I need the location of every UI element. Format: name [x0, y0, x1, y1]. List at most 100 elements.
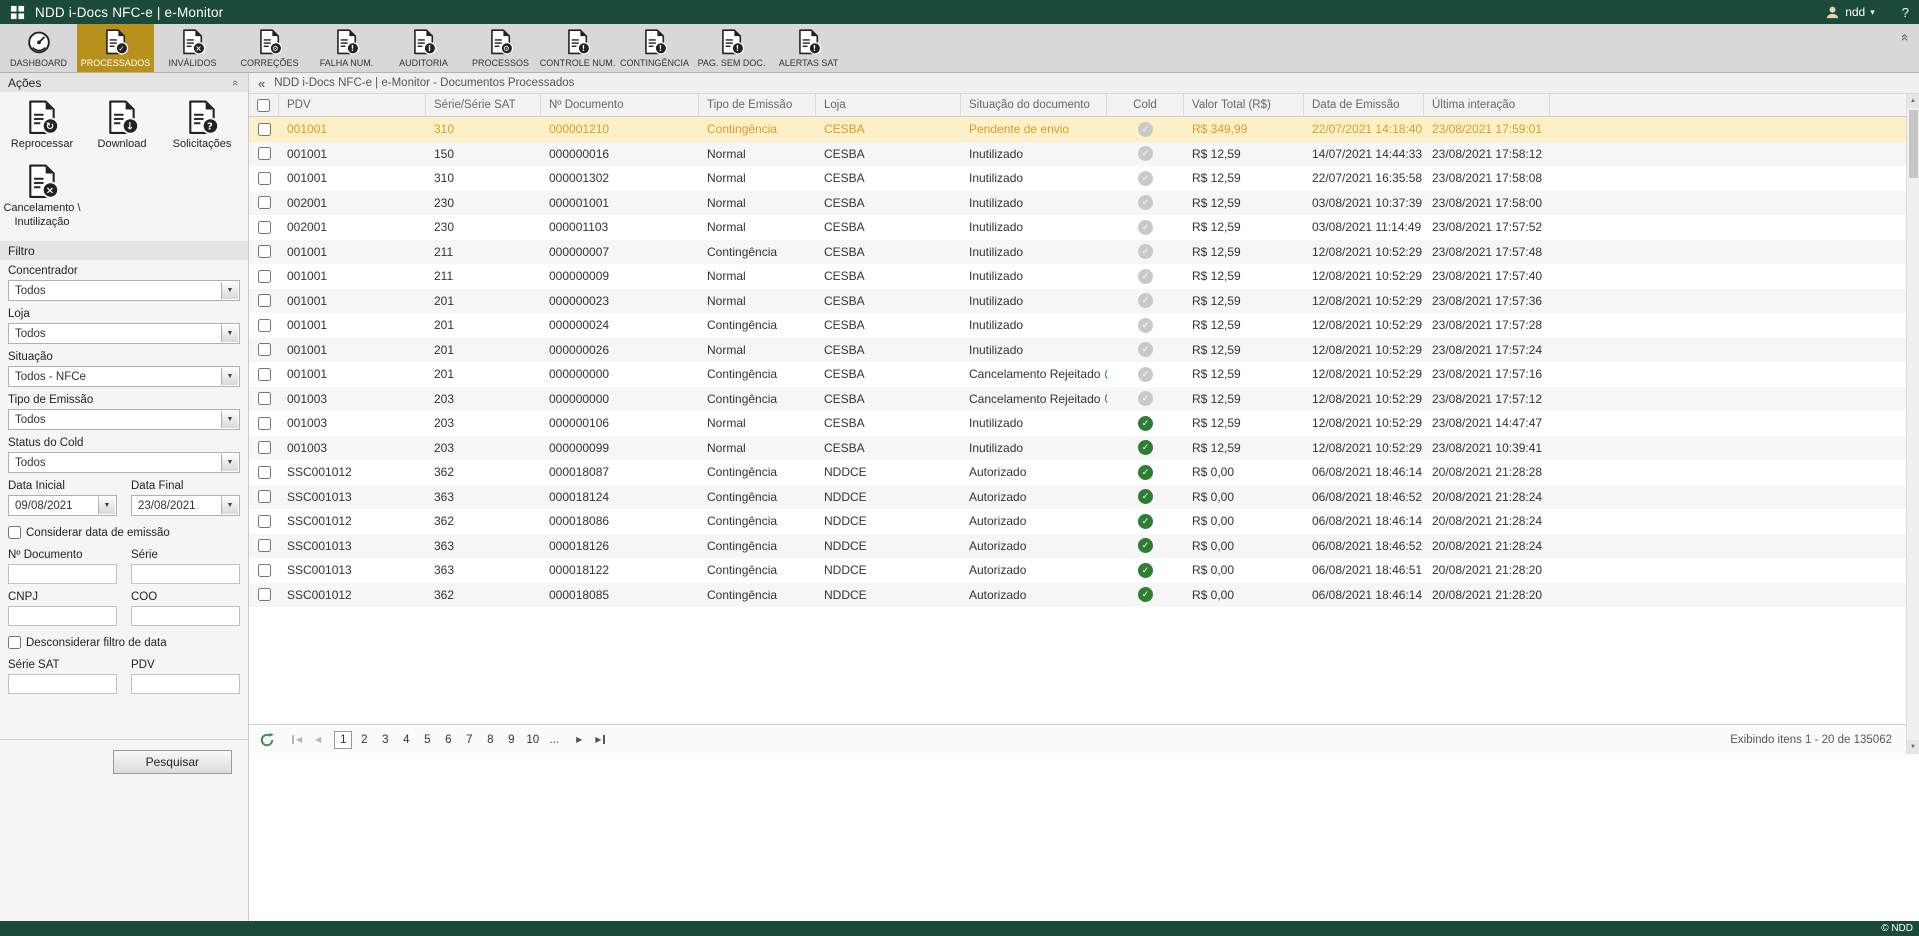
- pager-page-9[interactable]: 9: [502, 731, 520, 749]
- action-solicitacoes[interactable]: ?Solicitações: [162, 100, 242, 152]
- row-checkbox[interactable]: [258, 564, 271, 577]
- row-checkbox[interactable]: [258, 343, 271, 356]
- table-row[interactable]: SSC001012362000018087ContingênciaNDDCEAu…: [249, 460, 1906, 485]
- table-row[interactable]: SSC001012362000018086ContingênciaNDDCEAu…: [249, 509, 1906, 534]
- collapse-sidebar-icon[interactable]: «: [258, 76, 265, 91]
- row-checkbox[interactable]: [258, 147, 271, 160]
- table-row[interactable]: 001003203000000106NormalCESBAInutilizado…: [249, 411, 1906, 436]
- toolbar-item-auditoria[interactable]: iAUDITORIA: [385, 24, 462, 72]
- toolbar-item-processados[interactable]: ✓PROCESSADOS: [77, 24, 154, 72]
- column-header-loja[interactable]: Loja: [816, 94, 961, 116]
- column-header-n-documento[interactable]: Nº Documento: [541, 94, 699, 116]
- app-grid-icon[interactable]: [10, 5, 25, 20]
- toolbar-item-contingencia[interactable]: !CONTINGÊNCIA: [616, 24, 693, 72]
- help-icon[interactable]: ?: [1902, 5, 1909, 20]
- considerar-emissao-checkbox[interactable]: [8, 526, 21, 539]
- table-row[interactable]: SSC001013363000018122ContingênciaNDDCEAu…: [249, 558, 1906, 583]
- date-end-picker[interactable]: 23/08/2021 ▼: [131, 495, 240, 516]
- table-row[interactable]: 001001310000001302NormalCESBAInutilizado…: [249, 166, 1906, 191]
- table-row[interactable]: 001003203000000099NormalCESBAInutilizado…: [249, 436, 1906, 461]
- column-header-pdv[interactable]: PDV: [279, 94, 426, 116]
- table-row[interactable]: 001001201000000023NormalCESBAInutilizado…: [249, 289, 1906, 314]
- row-checkbox[interactable]: [258, 417, 271, 430]
- table-row[interactable]: 002001230000001001NormalCESBAInutilizado…: [249, 191, 1906, 216]
- pager-page-6[interactable]: 6: [439, 731, 457, 749]
- pager-page-4[interactable]: 4: [397, 731, 415, 749]
- toolbar-item-controle-num[interactable]: !CONTROLE NUM.: [539, 24, 616, 72]
- toolbar-item-pag-sem-doc[interactable]: !PAG. SEM DOC.: [693, 24, 770, 72]
- column-header-ultima-interacao[interactable]: Última interação: [1424, 94, 1550, 116]
- toolbar-item-dashboard[interactable]: DASHBOARD: [0, 24, 77, 72]
- toolbar-item-alertas-sat[interactable]: !ALERTAS SAT: [770, 24, 847, 72]
- row-checkbox[interactable]: [258, 490, 271, 503]
- vertical-scrollbar[interactable]: ▲ ▼: [1906, 94, 1919, 754]
- select-all-checkbox[interactable]: [257, 99, 270, 112]
- pager-page-3[interactable]: 3: [376, 731, 394, 749]
- checkbox-desconsiderar-data[interactable]: Desconsiderar filtro de data: [8, 636, 240, 649]
- last-page-button[interactable]: ▶: [591, 735, 605, 744]
- pager-page-7[interactable]: 7: [460, 731, 478, 749]
- checkbox-considerar-emissao[interactable]: Considerar data de emissão: [8, 526, 240, 539]
- toolbar-item-invalidos[interactable]: ×INVÁLIDOS: [154, 24, 231, 72]
- table-row[interactable]: SSC001013363000018126ContingênciaNDDCEAu…: [249, 534, 1906, 559]
- pager-page-8[interactable]: 8: [481, 731, 499, 749]
- column-header-valor-total-r[interactable]: Valor Total (R$): [1184, 94, 1304, 116]
- scroll-down-icon[interactable]: ▼: [1907, 740, 1919, 754]
- table-row[interactable]: 001001201000000000ContingênciaCESBACance…: [249, 362, 1906, 387]
- table-row[interactable]: 001001211000000009NormalCESBAInutilizado…: [249, 264, 1906, 289]
- row-checkbox[interactable]: [258, 172, 271, 185]
- first-page-button[interactable]: ◀: [292, 735, 306, 744]
- table-row[interactable]: 001001201000000024ContingênciaCESBAInuti…: [249, 313, 1906, 338]
- actions-panel-header[interactable]: Ações «: [0, 73, 248, 92]
- row-checkbox[interactable]: [258, 392, 271, 405]
- table-row[interactable]: 001001150000000016NormalCESBAInutilizado…: [249, 142, 1906, 167]
- column-header-data-de-emissao[interactable]: Data de Emissão: [1304, 94, 1424, 116]
- pager-page-2[interactable]: 2: [355, 731, 373, 749]
- refresh-icon[interactable]: [259, 732, 275, 748]
- table-row[interactable]: 001001211000000007ContingênciaCESBAInuti…: [249, 240, 1906, 265]
- row-checkbox[interactable]: [258, 123, 271, 136]
- chevron-down-icon[interactable]: ▾: [1870, 7, 1875, 18]
- user-menu[interactable]: ndd: [1845, 5, 1865, 19]
- next-page-button[interactable]: ▶: [572, 735, 586, 744]
- chevron-down-icon[interactable]: ▼: [221, 282, 238, 299]
- chevron-down-icon[interactable]: ▼: [221, 325, 238, 342]
- column-header-serie-serie-sat[interactable]: Série/Série SAT: [426, 94, 541, 116]
- row-checkbox[interactable]: [258, 294, 271, 307]
- pager-page-10[interactable]: 10: [523, 731, 542, 749]
- toolbar-collapse-icon[interactable]: «: [1898, 34, 1913, 41]
- pager-page-5[interactable]: 5: [418, 731, 436, 749]
- pdv-input[interactable]: [131, 674, 240, 694]
- desconsiderar-data-checkbox[interactable]: [8, 636, 21, 649]
- coo-input[interactable]: [131, 606, 240, 626]
- row-checkbox[interactable]: [258, 270, 271, 283]
- table-row[interactable]: SSC001012362000018085ContingênciaNDDCEAu…: [249, 583, 1906, 608]
- filter-select-tipo-de-emissao[interactable]: Todos▼: [8, 409, 240, 430]
- scroll-up-icon[interactable]: ▲: [1907, 94, 1919, 108]
- row-checkbox[interactable]: [258, 221, 271, 234]
- date-start-picker[interactable]: 09/08/2021 ▼: [8, 495, 117, 516]
- chevron-down-icon[interactable]: ▼: [221, 454, 238, 471]
- serie-sat-input[interactable]: [8, 674, 117, 694]
- row-checkbox[interactable]: [258, 196, 271, 209]
- filter-select-situacao[interactable]: Todos - NFCe▼: [8, 366, 240, 387]
- row-checkbox[interactable]: [258, 368, 271, 381]
- table-row[interactable]: 001003203000000000ContingênciaCESBACance…: [249, 387, 1906, 412]
- row-checkbox[interactable]: [258, 466, 271, 479]
- row-checkbox[interactable]: [258, 515, 271, 528]
- column-header-tipo-de-emissao[interactable]: Tipo de Emissão: [699, 94, 816, 116]
- row-checkbox[interactable]: [258, 588, 271, 601]
- scrollbar-thumb[interactable]: [1909, 110, 1918, 178]
- filter-select-status-do-cold[interactable]: Todos▼: [8, 452, 240, 473]
- row-checkbox[interactable]: [258, 539, 271, 552]
- action-download[interactable]: ↓Download: [82, 100, 162, 152]
- filter-select-concentrador[interactable]: Todos▼: [8, 280, 240, 301]
- toolbar-item-correcoes[interactable]: ⚙CORREÇÕES: [231, 24, 308, 72]
- row-checkbox[interactable]: [258, 319, 271, 332]
- cnpj-input[interactable]: [8, 606, 117, 626]
- chevron-down-icon[interactable]: ▼: [98, 497, 115, 514]
- row-checkbox[interactable]: [258, 245, 271, 258]
- table-row[interactable]: 001001201000000026NormalCESBAInutilizado…: [249, 338, 1906, 363]
- pager-page-1[interactable]: 1: [334, 731, 352, 749]
- table-row[interactable]: 002001230000001103NormalCESBAInutilizado…: [249, 215, 1906, 240]
